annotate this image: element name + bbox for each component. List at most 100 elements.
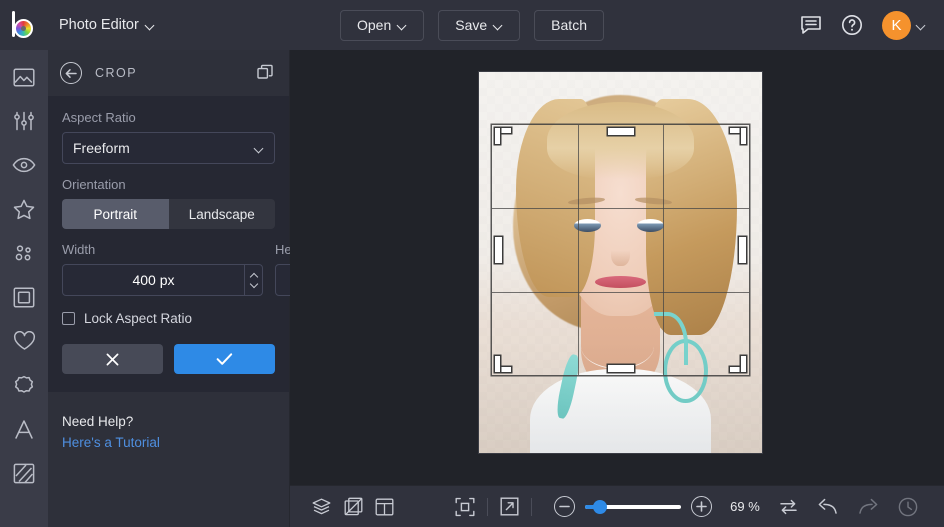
duplicate-layers-icon[interactable]	[257, 64, 275, 82]
help-title: Need Help?	[62, 414, 275, 429]
zoom-slider-thumb[interactable]	[593, 500, 607, 514]
user-menu[interactable]: K	[882, 11, 926, 40]
batch-label: Batch	[551, 17, 587, 33]
sidebar-item-text[interactable]	[8, 416, 40, 442]
tutorial-link[interactable]: Here's a Tutorial	[62, 435, 275, 450]
lock-aspect-ratio-checkbox[interactable]	[62, 312, 75, 325]
aspect-ratio-label: Aspect Ratio	[62, 110, 275, 125]
aspect-ratio-select[interactable]: Freeform	[62, 132, 275, 164]
photo-editor-app: Photo Editor Open Save Batch	[0, 0, 944, 527]
chevron-down-icon	[255, 144, 264, 153]
fit-to-screen-icon[interactable]	[449, 486, 481, 527]
layers-icon[interactable]	[306, 486, 338, 527]
chevron-down-icon	[494, 21, 503, 30]
tool-sidebar	[0, 50, 48, 527]
layout-grid-icon[interactable]	[369, 486, 401, 527]
redo-icon[interactable]	[848, 486, 888, 527]
close-x-icon	[105, 352, 120, 367]
bottom-right-actions	[768, 486, 928, 527]
caret-down-icon[interactable]	[250, 282, 257, 286]
app-name-label: Photo Editor	[59, 17, 139, 33]
orientation-label: Orientation	[62, 177, 275, 192]
sidebar-item-effects[interactable]	[8, 196, 40, 222]
help-section: Need Help? Here's a Tutorial	[48, 392, 289, 450]
chevron-down-icon	[146, 21, 155, 30]
canvas-area: 69 %	[290, 50, 944, 527]
save-label: Save	[455, 17, 487, 33]
crop-handle-top[interactable]	[608, 128, 634, 135]
orientation-segmented-control: Portrait Landscape	[62, 199, 275, 229]
sidebar-item-frames[interactable]	[8, 284, 40, 310]
sidebar-item-edit[interactable]	[8, 108, 40, 134]
width-group: Width	[62, 242, 263, 296]
apply-button[interactable]	[174, 344, 275, 374]
caret-up-icon[interactable]	[250, 274, 257, 278]
width-label: Width	[62, 242, 263, 257]
orientation-portrait-option[interactable]: Portrait	[62, 199, 169, 229]
toolbar-divider	[531, 498, 532, 516]
minus-icon	[559, 505, 570, 508]
sidebar-item-graphics[interactable]	[8, 328, 40, 354]
befunky-logo-icon	[10, 11, 38, 39]
crop-handle-left[interactable]	[495, 237, 502, 263]
dimensions-row: Width Height	[62, 242, 275, 296]
undo-icon[interactable]	[808, 486, 848, 527]
lock-aspect-ratio-label: Lock Aspect Ratio	[84, 311, 192, 326]
swap-arrows-icon[interactable]	[768, 486, 808, 527]
app-name-dropdown[interactable]: Photo Editor	[48, 10, 166, 40]
feedback-chat-icon[interactable]	[800, 15, 822, 35]
width-spin-buttons[interactable]	[244, 265, 262, 295]
crop-handle-bottom[interactable]	[608, 365, 634, 372]
crop-settings-card: Aspect Ratio Freeform Orientation Portra…	[48, 96, 289, 392]
orientation-landscape-option[interactable]: Landscape	[169, 199, 276, 229]
history-clock-icon[interactable]	[888, 486, 928, 527]
check-icon	[216, 352, 233, 366]
aspect-ratio-value: Freeform	[73, 140, 130, 156]
zoom-controls: 69 %	[554, 496, 768, 517]
crop-handle-top-right[interactable]	[728, 128, 746, 146]
lock-aspect-ratio-row[interactable]: Lock Aspect Ratio	[62, 311, 275, 326]
crop-handle-bottom-right[interactable]	[728, 354, 746, 372]
open-label: Open	[357, 17, 391, 33]
bottom-toolbar: 69 %	[290, 485, 944, 527]
compare-icon[interactable]	[338, 486, 370, 527]
sidebar-item-overlays[interactable]	[8, 372, 40, 398]
width-input[interactable]	[63, 272, 244, 288]
width-stepper[interactable]	[62, 264, 263, 296]
cancel-button[interactable]	[62, 344, 163, 374]
top-center-actions: Open Save Batch	[340, 10, 604, 41]
batch-button[interactable]: Batch	[534, 10, 604, 41]
page-title: CROP	[95, 66, 137, 80]
crop-handle-right[interactable]	[739, 237, 746, 263]
app-logo[interactable]	[0, 0, 48, 50]
top-bar: Photo Editor Open Save Batch	[0, 0, 944, 50]
save-button[interactable]: Save	[438, 10, 520, 41]
back-arrow-icon[interactable]	[60, 62, 82, 84]
crop-panel: CROP Aspect Ratio Freeform Orientation	[48, 50, 290, 527]
open-button[interactable]: Open	[340, 10, 424, 41]
fullscreen-expand-icon[interactable]	[494, 486, 526, 527]
sidebar-item-textures[interactable]	[8, 460, 40, 486]
chevron-down-icon	[917, 21, 926, 30]
crop-action-buttons	[62, 344, 275, 374]
sidebar-item-image[interactable]	[8, 64, 40, 90]
toolbar-divider	[487, 498, 488, 516]
zoom-out-button[interactable]	[554, 496, 575, 517]
help-question-icon[interactable]	[841, 14, 863, 36]
zoom-slider[interactable]	[585, 505, 681, 509]
crop-handle-bottom-left[interactable]	[495, 354, 513, 372]
avatar-initial: K	[891, 17, 901, 34]
plus-icon	[696, 501, 707, 512]
top-right-actions: K	[800, 11, 944, 40]
image-canvas[interactable]	[479, 72, 762, 453]
sidebar-item-artsy[interactable]	[8, 240, 40, 266]
zoom-in-button[interactable]	[691, 496, 712, 517]
crop-panel-header: CROP	[48, 50, 289, 96]
crop-handle-top-left[interactable]	[495, 128, 513, 146]
avatar[interactable]: K	[882, 11, 911, 40]
canvas-stage[interactable]	[290, 50, 944, 485]
app-body: CROP Aspect Ratio Freeform Orientation	[0, 50, 944, 527]
zoom-level-label: 69 %	[722, 499, 768, 514]
rule-of-thirds-crop-overlay[interactable]	[492, 125, 749, 375]
sidebar-item-touchup[interactable]	[8, 152, 40, 178]
